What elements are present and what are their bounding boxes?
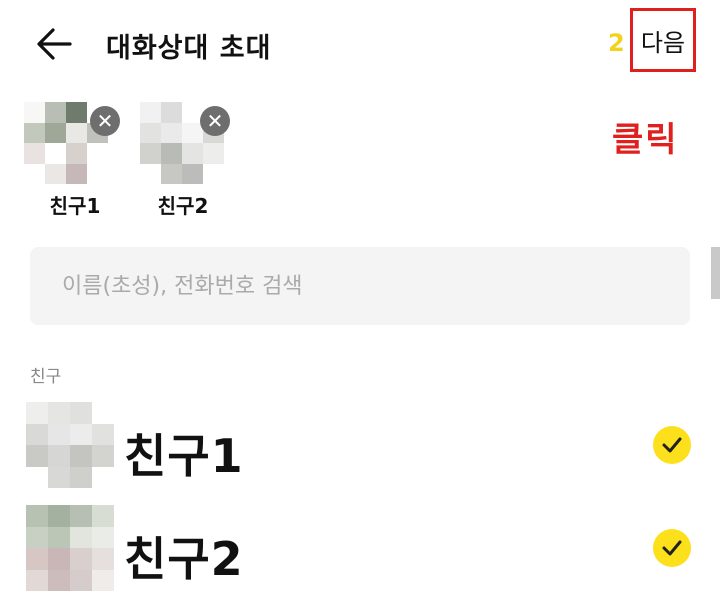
chip-name: 친구2: [157, 194, 209, 218]
checkbox-checked[interactable]: [653, 529, 691, 567]
search-input[interactable]: [30, 247, 690, 325]
section-label: 친구: [30, 367, 62, 387]
page-title: 대화상대 초대: [106, 33, 272, 64]
arrow-left-icon: [37, 28, 72, 60]
avatar: [26, 505, 114, 591]
checkmark-icon: [662, 540, 682, 556]
click-annotation: 클릭: [612, 120, 679, 160]
friend-row[interactable]: 친구1: [0, 402, 720, 494]
friend-row[interactable]: 친구2: [0, 505, 720, 597]
close-icon: ✕: [96, 109, 114, 133]
friend-name: 친구1: [124, 429, 244, 483]
selected-count: 2: [608, 29, 625, 57]
close-icon: ✕: [206, 109, 224, 133]
checkbox-checked[interactable]: [653, 426, 691, 464]
friend-name: 친구2: [124, 532, 244, 586]
avatar: [26, 402, 114, 488]
scrollbar[interactable]: [711, 247, 720, 299]
remove-chip-button[interactable]: ✕: [90, 106, 120, 136]
header: 대화상대 초대 2 다음: [0, 0, 720, 90]
back-button[interactable]: [34, 24, 74, 64]
next-button[interactable]: 다음: [630, 8, 696, 72]
chip-name: 친구1: [49, 194, 101, 218]
selected-chip: ✕ 친구1: [20, 100, 130, 220]
checkmark-icon: [662, 437, 682, 453]
remove-chip-button[interactable]: ✕: [200, 106, 230, 136]
selected-chip: ✕ 친구2: [120, 100, 230, 220]
